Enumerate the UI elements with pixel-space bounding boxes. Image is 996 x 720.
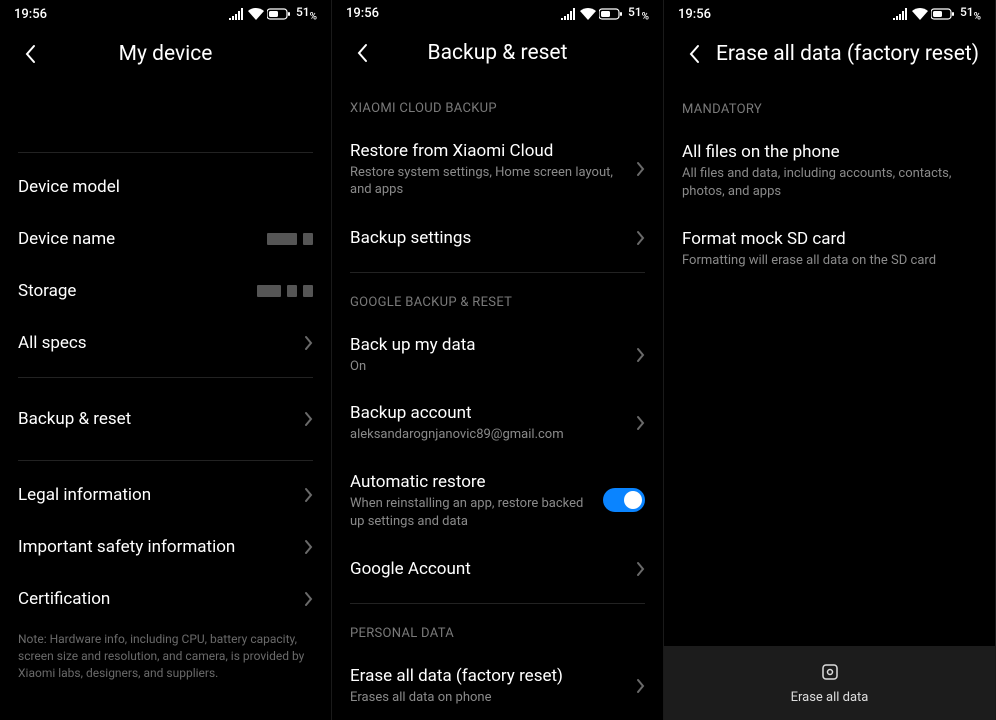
battery-percent: 51% — [960, 5, 981, 22]
chevron-right-icon — [304, 539, 313, 555]
item-label: All specs — [18, 332, 296, 354]
item-label: Legal information — [18, 484, 296, 506]
item-label: Storage — [18, 280, 249, 302]
item-legal-information[interactable]: Legal information — [0, 469, 331, 521]
wifi-icon — [912, 8, 928, 20]
item-label: Restore from Xiaomi Cloud — [350, 140, 628, 162]
redacted-value — [267, 233, 313, 245]
wifi-icon — [248, 8, 264, 20]
status-icons: 51% — [561, 5, 649, 22]
signal-icon — [229, 8, 245, 20]
section-mandatory: MANDATORY — [664, 88, 995, 127]
status-bar: 19:56 51% — [332, 0, 663, 27]
item-important-safety-info[interactable]: Important safety information — [0, 521, 331, 573]
item-label: Backup settings — [350, 227, 628, 249]
status-icons: 51% — [893, 5, 981, 22]
chevron-right-icon — [636, 347, 645, 363]
item-label: Automatic restore — [350, 471, 595, 493]
back-button[interactable] — [346, 37, 378, 69]
item-storage[interactable]: Storage — [0, 265, 331, 317]
item-subtitle: All files and data, including accounts, … — [682, 165, 969, 200]
item-device-model[interactable]: Device model — [0, 161, 331, 213]
section-xiaomi-cloud: XIAOMI CLOUD BACKUP — [332, 87, 663, 126]
toggle-switch[interactable] — [603, 488, 645, 512]
item-label: Backup & reset — [18, 408, 296, 430]
chevron-right-icon — [304, 487, 313, 503]
item-device-name[interactable]: Device name — [0, 213, 331, 265]
status-time: 19:56 — [678, 7, 711, 22]
header: My device — [0, 28, 331, 88]
item-format-sd-card[interactable]: Format mock SD card Formatting will eras… — [664, 214, 995, 284]
battery-icon — [931, 8, 955, 20]
item-label: Important safety information — [18, 536, 296, 558]
chevron-right-icon — [636, 230, 645, 246]
chevron-right-icon — [636, 561, 645, 577]
status-time: 19:56 — [346, 6, 379, 21]
wifi-icon — [580, 8, 596, 20]
status-icons: 51% — [229, 5, 317, 22]
item-subtitle: Erases all data on phone — [350, 689, 628, 707]
item-restore-xiaomi-cloud[interactable]: Restore from Xiaomi Cloud Restore system… — [332, 126, 663, 212]
item-google-account[interactable]: Google Account — [332, 543, 663, 595]
item-all-files-on-phone[interactable]: All files on the phone All files and dat… — [664, 127, 995, 214]
item-subtitle: When reinstalling an app, restore backed… — [350, 495, 595, 530]
item-certification[interactable]: Certification — [0, 573, 331, 625]
page-title: Backup & reset — [378, 41, 617, 65]
panel-erase-all-data: 19:56 51% Erase all data (factory reset)… — [664, 0, 996, 720]
item-label: All files on the phone — [682, 141, 969, 163]
item-backup-reset[interactable]: Backup & reset — [0, 386, 331, 452]
item-backup-account[interactable]: Backup account aleksandarognjanovic89@gm… — [332, 389, 663, 458]
battery-percent: 51% — [628, 5, 649, 22]
item-label: Device model — [18, 176, 302, 198]
item-label: Certification — [18, 588, 296, 610]
chevron-right-icon — [636, 678, 645, 694]
chevron-right-icon — [304, 591, 313, 607]
item-label: Back up my data — [350, 334, 628, 356]
back-button[interactable] — [678, 38, 710, 70]
item-backup-settings[interactable]: Backup settings — [332, 212, 663, 264]
status-time: 19:56 — [14, 7, 47, 22]
item-label: Format mock SD card — [682, 228, 969, 250]
signal-icon — [893, 8, 909, 20]
reset-icon — [820, 662, 840, 686]
header: Erase all data (factory reset) — [664, 28, 995, 88]
battery-percent: 51% — [296, 5, 317, 22]
item-label: Device name — [18, 228, 259, 250]
chevron-right-icon — [304, 335, 313, 351]
item-subtitle: Restore system settings, Home screen lay… — [350, 164, 628, 199]
back-button[interactable] — [14, 38, 46, 70]
item-label: Google Account — [350, 558, 628, 580]
section-personal-data: PERSONAL DATA — [332, 612, 663, 651]
item-subtitle: On — [350, 358, 628, 376]
signal-icon — [561, 8, 577, 20]
item-subtitle: Formatting will erase all data on the SD… — [682, 252, 969, 270]
battery-icon — [599, 8, 623, 20]
section-google-backup: GOOGLE BACKUP & RESET — [332, 281, 663, 320]
status-bar: 19:56 51% — [664, 0, 995, 28]
item-label: Backup account — [350, 402, 628, 424]
item-label: Erase all data (factory reset) — [350, 665, 628, 687]
chevron-right-icon — [636, 161, 645, 177]
chevron-right-icon — [636, 415, 645, 431]
item-subtitle: aleksandarognjanovic89@gmail.com — [350, 426, 628, 444]
panel-my-device: 19:56 51% My device Device model Device … — [0, 0, 332, 720]
footer-note: Note: Hardware info, including CPU, batt… — [0, 625, 331, 681]
item-automatic-restore[interactable]: Automatic restore When reinstalling an a… — [332, 458, 663, 544]
chevron-right-icon — [304, 411, 313, 427]
header: Backup & reset — [332, 27, 663, 87]
battery-icon — [267, 8, 291, 20]
panel-backup-reset: 19:56 51% Backup & reset XIAOMI CLOUD BA… — [332, 0, 664, 720]
erase-all-data-button[interactable]: Erase all data — [664, 646, 995, 720]
redacted-value — [257, 285, 313, 297]
status-bar: 19:56 51% — [0, 0, 331, 28]
item-back-up-my-data[interactable]: Back up my data On — [332, 320, 663, 389]
page-title: My device — [46, 42, 285, 66]
item-erase-all-data[interactable]: Erase all data (factory reset) Erases al… — [332, 651, 663, 720]
button-label: Erase all data — [791, 690, 869, 705]
item-all-specs[interactable]: All specs — [0, 317, 331, 369]
item-value — [310, 179, 313, 195]
page-title: Erase all data (factory reset) — [716, 42, 979, 66]
